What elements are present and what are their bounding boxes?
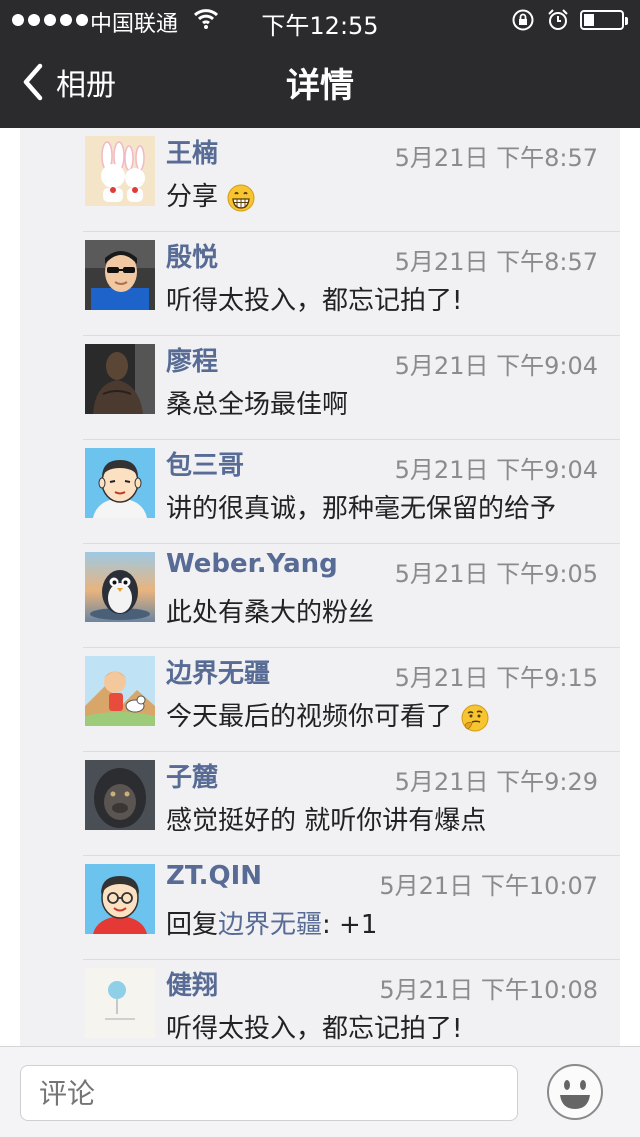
comment-author[interactable]: 健翔 xyxy=(166,965,218,1002)
comment-row[interactable]: 子麓 5月21日 下午9:29 感觉挺好的 就听你讲有爆点 xyxy=(20,752,620,856)
reply-prefix: 回复 xyxy=(166,910,219,940)
reply-target[interactable]: 边界无疆 xyxy=(218,910,322,940)
comment-text-content: 今天最后的视频你可看了 xyxy=(166,702,453,732)
battery-icon xyxy=(580,10,628,30)
avatar[interactable] xyxy=(85,448,155,518)
page-title: 详情 xyxy=(286,66,354,106)
avatar[interactable] xyxy=(85,240,155,310)
avatar[interactable] xyxy=(85,656,155,726)
comment-author[interactable]: 边界无疆 xyxy=(166,653,270,690)
comment-author[interactable]: 王楠 xyxy=(166,133,218,170)
avatar[interactable] xyxy=(85,968,155,1038)
comment-time: 5月21日 下午10:07 xyxy=(379,872,598,900)
comment-time: 5月21日 下午9:04 xyxy=(394,456,598,484)
comment-time: 5月21日 下午9:29 xyxy=(394,768,598,796)
comment-time: 5月21日 下午10:08 xyxy=(379,976,598,1004)
comment-author[interactable]: 殷悦 xyxy=(166,237,218,274)
thinking-face-icon xyxy=(461,704,489,731)
comment-time: 5月21日 下午8:57 xyxy=(394,144,598,172)
avatar[interactable] xyxy=(85,864,155,934)
comment-text: 听得太投入，都忘记拍了! xyxy=(166,1014,463,1044)
comment-text: 听得太投入，都忘记拍了! xyxy=(166,286,463,316)
grinning-face-icon xyxy=(227,184,255,211)
top-bar: 中国联通 下午12:55 相册 详情 xyxy=(0,0,640,128)
comment-text: 回复边界无疆: +1 xyxy=(166,904,377,941)
comment-input[interactable] xyxy=(20,1065,518,1121)
avatar[interactable] xyxy=(85,344,155,414)
avatar[interactable] xyxy=(85,136,155,206)
signal-strength-icon xyxy=(12,14,88,26)
emoji-button-icon[interactable] xyxy=(546,1063,604,1121)
comment-row[interactable]: 王楠 5月21日 下午8:57 分享 xyxy=(20,128,620,232)
comment-author[interactable]: 廖程 xyxy=(166,341,218,378)
comment-author[interactable]: 包三哥 xyxy=(166,445,244,482)
comment-time: 5月21日 下午8:57 xyxy=(394,248,598,276)
comment-list[interactable]: 王楠 5月21日 下午8:57 分享 殷悦 5月21日 下午8:57 听得太投入… xyxy=(20,128,620,1046)
comment-row[interactable]: 殷悦 5月21日 下午8:57 听得太投入，都忘记拍了! xyxy=(20,232,620,336)
comment-row[interactable]: 健翔 5月21日 下午10:08 听得太投入，都忘记拍了! xyxy=(20,960,620,1046)
comment-author[interactable]: Weber.Yang xyxy=(166,549,338,579)
comment-row[interactable]: 廖程 5月21日 下午9:04 桑总全场最佳啊 xyxy=(20,336,620,440)
comment-row[interactable]: Weber.Yang 5月21日 下午9:05 此处有桑大的粉丝 xyxy=(20,544,620,648)
avatar[interactable] xyxy=(85,552,155,622)
comment-row[interactable]: 包三哥 5月21日 下午9:04 讲的很真诚，那种毫无保留的给予 xyxy=(20,440,620,544)
carrier-name: 中国联通 xyxy=(90,12,179,37)
clock: 下午12:55 xyxy=(261,12,379,40)
alarm-icon xyxy=(548,9,568,30)
comment-input-bar xyxy=(0,1046,640,1137)
comment-text-content: : +1 xyxy=(322,910,378,940)
comment-text: 讲的很真诚，那种毫无保留的给予 xyxy=(166,494,557,524)
status-bar: 中国联通 下午12:55 xyxy=(0,0,640,40)
rotation-lock-icon xyxy=(512,9,534,31)
comment-text: 此处有桑大的粉丝 xyxy=(166,598,375,628)
comment-text: 桑总全场最佳啊 xyxy=(166,390,349,420)
comment-author[interactable]: ZT.QIN xyxy=(166,861,262,891)
comment-text: 感觉挺好的 就听你讲有爆点 xyxy=(166,806,487,836)
comment-row[interactable]: ZT.QIN 5月21日 下午10:07 回复边界无疆: +1 xyxy=(20,856,620,960)
comment-time: 5月21日 下午9:04 xyxy=(394,352,598,380)
comment-text: 分享 xyxy=(166,176,256,213)
comment-time: 5月21日 下午9:15 xyxy=(394,664,598,692)
comment-text: 今天最后的视频你可看了 xyxy=(166,696,490,733)
wifi-icon xyxy=(193,9,219,29)
navigation-bar: 相册 详情 xyxy=(0,40,640,128)
comment-row[interactable]: 边界无疆 5月21日 下午9:15 今天最后的视频你可看了 xyxy=(20,648,620,752)
comment-author[interactable]: 子麓 xyxy=(166,757,218,794)
comment-time: 5月21日 下午9:05 xyxy=(394,560,598,588)
avatar[interactable] xyxy=(85,760,155,830)
comment-text-content: 分享 xyxy=(166,182,219,212)
